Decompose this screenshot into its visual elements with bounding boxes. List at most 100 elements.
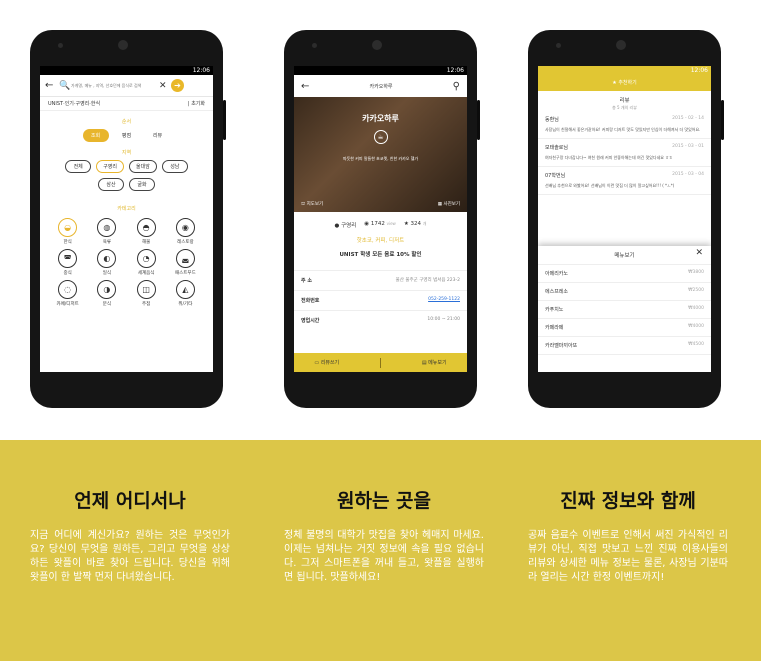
region-guyeong[interactable]: 구영리 bbox=[96, 160, 124, 173]
clear-icon[interactable]: ✕ bbox=[159, 81, 171, 91]
category-label: 레스토랑 bbox=[177, 240, 194, 245]
skewer-icon: ◑ bbox=[97, 280, 117, 299]
shop-promo: UNIST 학생 모든 음료 10% 할인 bbox=[339, 252, 422, 258]
location-text: 구영리 bbox=[341, 223, 357, 229]
feature-title: 언제 어디서나 bbox=[74, 490, 186, 512]
category-seafood[interactable]: ◓ 해물 bbox=[127, 218, 166, 245]
order-rating[interactable]: 평점 bbox=[114, 129, 140, 142]
phone-mockup-search: 12:06 ← 🔍 ✕ ➔ UNIST·인기·구영리·한식 | 초기화 순서 조… bbox=[30, 30, 226, 408]
burger-icon: ◛ bbox=[175, 249, 195, 268]
category-etc[interactable]: ◭ 뷔/기타 bbox=[166, 280, 205, 307]
phone-camera bbox=[118, 40, 128, 50]
action-bar: ▭ 리뷰쓰기 ▤ 메뉴보기 bbox=[294, 353, 467, 372]
region-options: 전체 구영리 울대암 성남 삼산 굴화 bbox=[40, 160, 213, 191]
score-stat: ★ 324 개 bbox=[404, 221, 427, 229]
menu-item: 카라멜마끼아또 ₩4500 bbox=[538, 337, 711, 355]
info-value: 울산 울주군 구영리 범서읍 223-2 bbox=[395, 278, 460, 283]
phone-link[interactable]: 052-259-1122 bbox=[428, 297, 460, 304]
region-uldaeam[interactable]: 울대암 bbox=[129, 160, 157, 173]
region-section-title: 지역 bbox=[121, 150, 132, 156]
sushi-icon: ◐ bbox=[97, 249, 117, 268]
search-icon[interactable]: ⚲ bbox=[453, 81, 460, 92]
category-chinese[interactable]: ◚ 중식 bbox=[48, 249, 87, 276]
feature-body: 공짜 음료수 이벤트로 인해서 써진 가식적인 리뷰가 아닌, 직접 맛보고 느… bbox=[528, 530, 728, 583]
region-gulhwa[interactable]: 굴화 bbox=[129, 178, 155, 191]
photo-button[interactable]: ▦ 사진보기 bbox=[438, 201, 460, 208]
photo-label: 사진보기 bbox=[443, 202, 460, 207]
views-stat: ◉ 1742 view bbox=[364, 221, 396, 229]
shop-tags: 핫초코, 커피, 디저트 bbox=[356, 238, 405, 244]
reset-button[interactable]: | 초기화 bbox=[188, 100, 205, 107]
screen-search: 12:06 ← 🔍 ✕ ➔ UNIST·인기·구영리·한식 | 초기화 순서 조… bbox=[40, 66, 213, 372]
region-samsan[interactable]: 삼산 bbox=[98, 178, 124, 191]
category-cafe[interactable]: ◌ 카페/디저트 bbox=[48, 280, 87, 307]
order-views[interactable]: 조회 bbox=[82, 129, 109, 142]
menu-item-name: 카푸치노 bbox=[545, 307, 564, 313]
menu-item: 카페라떼 ₩4000 bbox=[538, 319, 711, 337]
category-restaurant[interactable]: ◉ 레스토랑 bbox=[166, 218, 205, 245]
review-date: 2015 - 03 - 04 bbox=[672, 172, 704, 177]
back-arrow-icon[interactable]: ← bbox=[301, 81, 309, 92]
cup-icon: ◌ bbox=[58, 280, 78, 299]
menu-sheet-header: 메뉴보기 ✕ bbox=[538, 246, 711, 265]
review-author: 동환님 bbox=[545, 117, 559, 123]
back-arrow-icon[interactable]: ← bbox=[45, 80, 59, 91]
search-bar: ← 🔍 ✕ ➔ bbox=[40, 75, 213, 97]
breadcrumb-text: UNIST·인기·구영리·한식 bbox=[48, 101, 101, 107]
review-text: 여자친구랑 다녀갑니다~ 여친 원래 커피 안좋아해는데 여긴 맛있다네요 ㅎㅎ bbox=[545, 155, 673, 160]
category-japanese[interactable]: ◐ 일식 bbox=[87, 249, 126, 276]
order-section-title: 순서 bbox=[121, 119, 132, 125]
info-key: 전화번호 bbox=[301, 298, 320, 304]
category-section-title: 카테고리 bbox=[117, 206, 136, 212]
category-fastfood[interactable]: ◛ 패스트푸드 bbox=[166, 249, 205, 276]
info-key: 주 소 bbox=[301, 278, 312, 284]
order-reviews[interactable]: 리뷰 bbox=[145, 129, 171, 142]
feature-title: 원하는 곳을 bbox=[336, 490, 431, 512]
map-button[interactable]: ⛫ 지도보기 bbox=[301, 201, 323, 208]
close-icon[interactable]: ✕ bbox=[695, 248, 703, 258]
review-author: 07학번님 bbox=[545, 173, 566, 179]
phone-side-button bbox=[477, 100, 480, 140]
views-count: 1742 bbox=[370, 221, 385, 227]
info-key: 영업시간 bbox=[301, 318, 320, 324]
feature-body: 정체 불명의 대학가 맛집을 찾아 헤매지 마세요. 이제는 넘쳐나는 거짓 정… bbox=[284, 530, 484, 583]
menu-item-price: ₩2500 bbox=[688, 288, 704, 293]
review-text: 선배님 추천으로 와봤어요! 선배님이 이런 맛집 더 많이 알고싶어요!!! … bbox=[545, 183, 675, 188]
menu-item: 카푸치노 ₩4000 bbox=[538, 301, 711, 319]
info-row-address: 주 소 울산 울주군 구영리 범서읍 223-2 bbox=[294, 270, 467, 290]
menu-item-name: 카페라떼 bbox=[545, 325, 564, 331]
score-unit: 개 bbox=[422, 221, 427, 226]
menu-button[interactable]: ▤ 메뉴보기 bbox=[422, 359, 447, 366]
plate-icon: ◉ bbox=[175, 218, 195, 237]
score-count: 324 bbox=[410, 221, 422, 227]
region-all[interactable]: 전체 bbox=[65, 160, 92, 173]
menu-sheet-title: 메뉴보기 bbox=[614, 253, 635, 259]
category-grid: ◒ 한식 ◍ 육류 ◓ 해물 ◉ 레스토랑 ◚ 중식 ◐ 일식 ◔ 세계음식 ◛ 패스트푸드 ◌… bbox=[40, 218, 213, 307]
fish-icon: ◓ bbox=[136, 218, 156, 237]
menu-sheet: 메뉴보기 ✕ 아메리카노 ₩3800 에스프레소 ₩2500 카푸치노 ₩4000 카… bbox=[538, 246, 711, 372]
category-world[interactable]: ◔ 세계음식 bbox=[127, 249, 166, 276]
category-meat[interactable]: ◍ 육류 bbox=[87, 218, 126, 245]
feature-place: 원하는 곳을 정체 불명의 대학가 맛집을 찾아 헤매지 마세요. 이제는 넘쳐… bbox=[284, 486, 484, 585]
phone-side-button bbox=[721, 100, 724, 140]
menu-item-price: ₩4500 bbox=[688, 342, 704, 347]
search-input[interactable] bbox=[71, 83, 159, 88]
category-label: 일식 bbox=[102, 271, 112, 276]
review-item: 동환님 2015 - 02 - 14 사장님이 친절해서 좋은거같아요! 커피랑 … bbox=[538, 111, 711, 139]
feature-body: 지금 어디에 계신가요? 원하는 것은 무엇인가요? 당신이 무엇을 원하든, … bbox=[30, 530, 230, 583]
submit-arrow-icon[interactable]: ➔ bbox=[171, 79, 184, 92]
menu-item-name: 아메리카노 bbox=[545, 271, 569, 277]
menu-label: 메뉴보기 bbox=[428, 360, 447, 366]
dessert-icon: ◭ bbox=[175, 280, 195, 299]
menu-item-name: 에스프레소 bbox=[545, 289, 569, 295]
recommend-button[interactable]: ★ 추천하기 bbox=[538, 75, 711, 91]
category-pub[interactable]: ◫ 주점 bbox=[127, 280, 166, 307]
category-korean[interactable]: ◒ 한식 bbox=[48, 218, 87, 245]
write-review-button[interactable]: ▭ 리뷰쓰기 bbox=[314, 359, 339, 366]
meat-icon: ◍ bbox=[97, 218, 117, 237]
review-date: 2015 - 03 - 01 bbox=[672, 144, 704, 149]
divider bbox=[380, 357, 381, 368]
category-label: 해물 bbox=[141, 240, 151, 245]
region-seongnam[interactable]: 성남 bbox=[161, 160, 188, 173]
category-snack[interactable]: ◑ 분식 bbox=[87, 280, 126, 307]
